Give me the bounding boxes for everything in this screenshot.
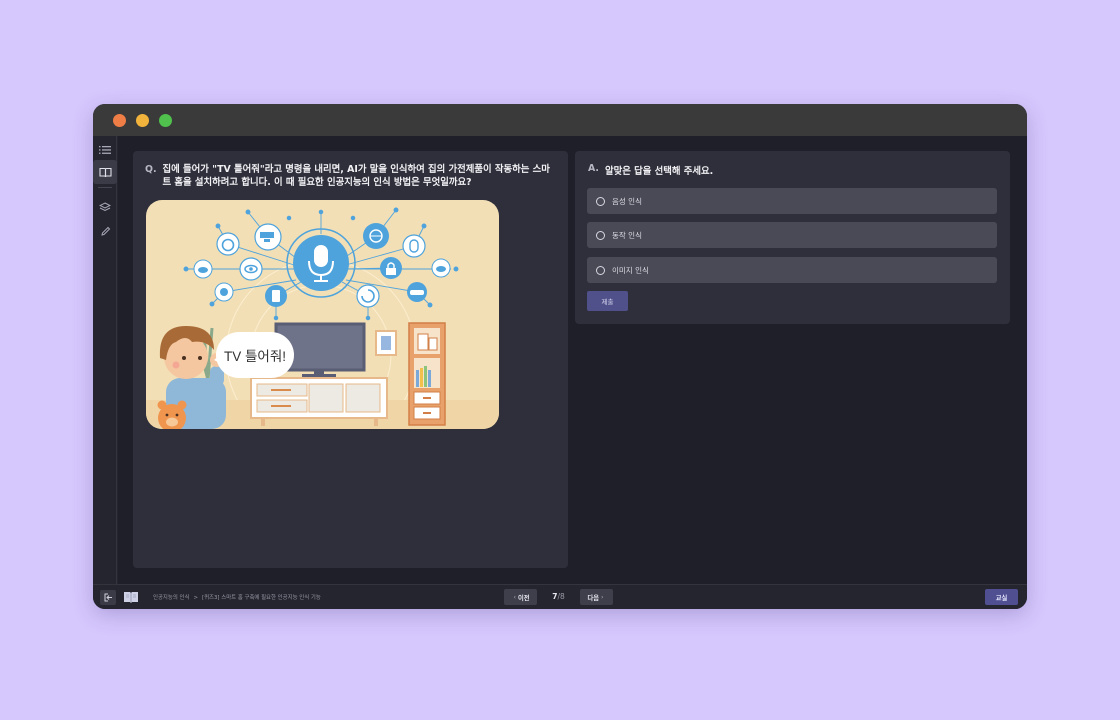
layers-icon	[99, 201, 111, 211]
sidebar	[93, 136, 117, 584]
chevron-right-icon: ›	[601, 593, 604, 601]
radio-button[interactable]	[596, 230, 605, 240]
question-text: Q. 집에 들어가 "TV 틀어줘"라고 명령을 내리면, AI가 말을 인식하…	[145, 163, 555, 189]
layers-button[interactable]	[95, 197, 115, 217]
answer-header: A. 알맞은 답을 선택해 주세요.	[588, 163, 713, 177]
cctv-icon	[254, 223, 282, 251]
car-icon	[407, 282, 427, 302]
option-label: 이미지 인식	[612, 265, 649, 275]
alarm-clock-icon	[216, 232, 240, 256]
speech-bubble: TV 틀어줘!	[214, 332, 294, 378]
breadcrumb: 인공지능의 인식 > [퀴즈3] 스마트 홈 구축에 필요한 인공지능 인식 기능	[153, 593, 321, 601]
option-label: 음성 인식	[612, 196, 642, 206]
answer-instruction: 알맞은 답을 선택해 주세요.	[605, 166, 714, 177]
list-icon	[99, 146, 111, 154]
answer-panel: A. 알맞은 답을 선택해 주세요. 음성 인식 동작 인식 이미지 인식 제출	[575, 151, 1010, 324]
question-panel: Q. 집에 들어가 "TV 틀어줘"라고 명령을 내리면, AI가 말을 인식하…	[133, 151, 568, 568]
minimize-window-button[interactable]	[136, 114, 149, 127]
smartphone-icon	[265, 285, 287, 307]
eye-icon	[239, 257, 263, 281]
book-open-icon	[98, 167, 112, 177]
book-icon	[124, 592, 138, 603]
pencil-icon	[100, 226, 110, 236]
book-button[interactable]	[93, 160, 117, 184]
answer-prefix: A.	[588, 163, 599, 174]
globe-icon	[363, 223, 389, 249]
prev-button[interactable]: ‹ 이전	[504, 589, 537, 605]
prev-label: 이전	[517, 594, 530, 602]
sidebar-divider	[98, 187, 112, 188]
radio-button[interactable]	[596, 196, 605, 206]
title-bar	[93, 104, 1027, 136]
submit-button[interactable]: 제출	[587, 291, 628, 311]
smart-home-illustration: TV 틀어줘!	[146, 200, 499, 429]
option-voice-recognition[interactable]: 음성 인식	[587, 188, 997, 214]
exit-icon	[104, 593, 112, 602]
next-button[interactable]: 다음 ›	[580, 589, 613, 605]
page-indicator: 7/8	[545, 592, 572, 601]
question-body: 집에 들어가 "TV 틀어줘"라고 명령을 내리면, AI가 말을 인식하여 집…	[162, 164, 550, 188]
refresh-icon	[356, 284, 380, 308]
bear-toy-illustration	[157, 400, 187, 429]
option-label: 동작 인식	[612, 230, 642, 240]
chevron-left-icon: ‹	[513, 593, 516, 601]
next-label: 다음	[587, 594, 600, 602]
option-motion-recognition[interactable]: 동작 인식	[587, 222, 997, 248]
speaker-icon	[214, 282, 234, 302]
cloud-icon	[431, 258, 451, 278]
classroom-button[interactable]: 교실	[985, 589, 1018, 605]
app-window: Q. 집에 들어가 "TV 틀어줘"라고 명령을 내리면, AI가 말을 인식하…	[93, 104, 1027, 609]
mouse-icon	[402, 234, 426, 258]
question-prefix: Q.	[145, 164, 157, 175]
exit-button[interactable]	[100, 590, 116, 605]
main-content: Q. 집에 들어가 "TV 틀어줘"라고 명령을 내리면, AI가 말을 인식하…	[118, 136, 1027, 584]
bookshelf-illustration	[408, 322, 446, 426]
cloud-icon	[193, 259, 213, 279]
maximize-window-button[interactable]	[159, 114, 172, 127]
list-button[interactable]	[95, 140, 115, 160]
radio-button[interactable]	[596, 265, 605, 275]
lock-icon	[380, 257, 402, 279]
close-window-button[interactable]	[113, 114, 126, 127]
breadcrumb-item: [퀴즈3] 스마트 홈 구축에 필요한 인공지능 인식 기능	[201, 595, 321, 601]
page-total: /8	[557, 592, 565, 601]
breadcrumb-separator: >	[193, 595, 198, 601]
breadcrumb-item[interactable]: 인공지능의 인식	[153, 595, 189, 601]
pencil-button[interactable]	[95, 221, 115, 241]
bottom-bar: 인공지능의 인식 > [퀴즈3] 스마트 홈 구축에 필요한 인공지능 인식 기능 …	[93, 584, 1027, 609]
speech-bubble-text: TV 틀어줘!	[224, 349, 286, 364]
option-image-recognition[interactable]: 이미지 인식	[587, 257, 997, 283]
